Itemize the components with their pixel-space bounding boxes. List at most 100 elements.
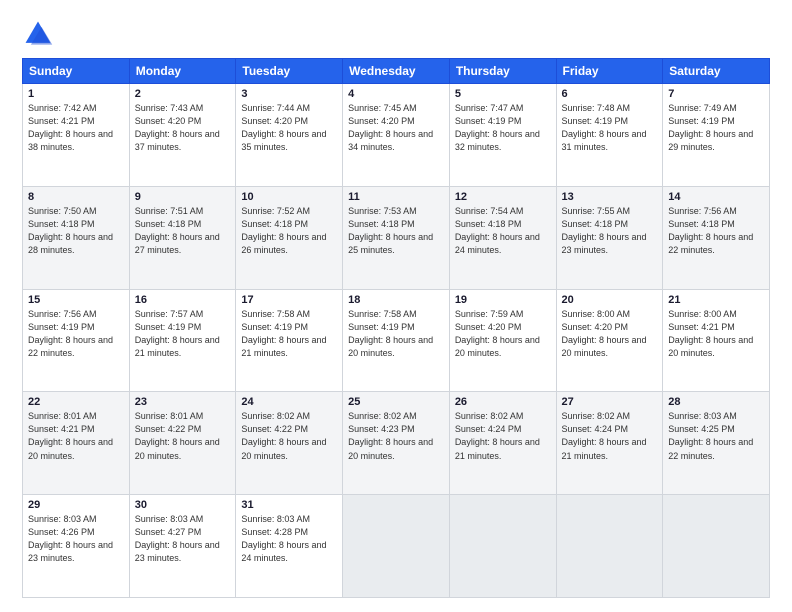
calendar-week-4: 22 Sunrise: 8:01 AMSunset: 4:21 PMDayligh… <box>23 392 770 495</box>
day-detail: Sunrise: 8:03 AMSunset: 4:27 PMDaylight:… <box>135 513 231 565</box>
day-detail: Sunrise: 7:48 AMSunset: 4:19 PMDaylight:… <box>562 102 658 154</box>
day-detail: Sunrise: 7:57 AMSunset: 4:19 PMDaylight:… <box>135 308 231 360</box>
calendar-cell: 30 Sunrise: 8:03 AMSunset: 4:27 PMDayligh… <box>129 495 236 598</box>
calendar-cell <box>663 495 770 598</box>
day-number: 7 <box>668 88 764 100</box>
day-detail: Sunrise: 7:44 AMSunset: 4:20 PMDaylight:… <box>241 102 337 154</box>
day-number: 29 <box>28 499 124 511</box>
calendar-cell: 23 Sunrise: 8:01 AMSunset: 4:22 PMDayligh… <box>129 392 236 495</box>
calendar-cell <box>556 495 663 598</box>
day-number: 6 <box>562 88 658 100</box>
day-detail: Sunrise: 7:58 AMSunset: 4:19 PMDaylight:… <box>348 308 444 360</box>
day-number: 12 <box>455 191 551 203</box>
day-detail: Sunrise: 8:02 AMSunset: 4:23 PMDaylight:… <box>348 410 444 462</box>
logo <box>22 18 58 50</box>
calendar-cell: 8 Sunrise: 7:50 AMSunset: 4:18 PMDaylight… <box>23 186 130 289</box>
day-number: 5 <box>455 88 551 100</box>
weekday-header-sunday: Sunday <box>23 59 130 84</box>
day-number: 10 <box>241 191 337 203</box>
day-detail: Sunrise: 7:56 AMSunset: 4:19 PMDaylight:… <box>28 308 124 360</box>
calendar-cell: 5Sunrise: 7:47 AMSunset: 4:19 PMDaylight… <box>449 84 556 187</box>
day-detail: Sunrise: 8:01 AMSunset: 4:22 PMDaylight:… <box>135 410 231 462</box>
calendar-cell: 21Sunrise: 8:00 AMSunset: 4:21 PMDayligh… <box>663 289 770 392</box>
calendar-week-3: 15 Sunrise: 7:56 AMSunset: 4:19 PMDayligh… <box>23 289 770 392</box>
calendar-cell: 22 Sunrise: 8:01 AMSunset: 4:21 PMDayligh… <box>23 392 130 495</box>
calendar-cell: 27Sunrise: 8:02 AMSunset: 4:24 PMDayligh… <box>556 392 663 495</box>
day-detail: Sunrise: 8:01 AMSunset: 4:21 PMDaylight:… <box>28 410 124 462</box>
day-detail: Sunrise: 8:00 AMSunset: 4:21 PMDaylight:… <box>668 308 764 360</box>
day-number: 13 <box>562 191 658 203</box>
weekday-header-wednesday: Wednesday <box>343 59 450 84</box>
calendar-cell: 1 Sunrise: 7:42 AMSunset: 4:21 PMDaylight… <box>23 84 130 187</box>
calendar-week-1: 1 Sunrise: 7:42 AMSunset: 4:21 PMDaylight… <box>23 84 770 187</box>
day-number: 20 <box>562 294 658 306</box>
day-detail: Sunrise: 7:43 AMSunset: 4:20 PMDaylight:… <box>135 102 231 154</box>
day-detail: Sunrise: 8:02 AMSunset: 4:22 PMDaylight:… <box>241 410 337 462</box>
day-number: 23 <box>135 396 231 408</box>
calendar-cell: 24 Sunrise: 8:02 AMSunset: 4:22 PMDayligh… <box>236 392 343 495</box>
calendar-cell <box>343 495 450 598</box>
day-number: 4 <box>348 88 444 100</box>
day-number: 16 <box>135 294 231 306</box>
day-number: 30 <box>135 499 231 511</box>
calendar-cell: 31Sunrise: 8:03 AMSunset: 4:28 PMDayligh… <box>236 495 343 598</box>
calendar-cell: 29Sunrise: 8:03 AMSunset: 4:26 PMDayligh… <box>23 495 130 598</box>
day-detail: Sunrise: 8:03 AMSunset: 4:28 PMDaylight:… <box>241 513 337 565</box>
day-detail: Sunrise: 7:49 AMSunset: 4:19 PMDaylight:… <box>668 102 764 154</box>
day-number: 26 <box>455 396 551 408</box>
day-number: 2 <box>135 88 231 100</box>
logo-icon <box>22 18 54 50</box>
day-number: 27 <box>562 396 658 408</box>
header <box>22 18 770 50</box>
calendar-cell: 2 Sunrise: 7:43 AMSunset: 4:20 PMDaylight… <box>129 84 236 187</box>
calendar-cell: 16 Sunrise: 7:57 AMSunset: 4:19 PMDayligh… <box>129 289 236 392</box>
day-detail: Sunrise: 8:00 AMSunset: 4:20 PMDaylight:… <box>562 308 658 360</box>
day-number: 17 <box>241 294 337 306</box>
weekday-header-row: SundayMondayTuesdayWednesdayThursdayFrid… <box>23 59 770 84</box>
day-number: 24 <box>241 396 337 408</box>
calendar-table: SundayMondayTuesdayWednesdayThursdayFrid… <box>22 58 770 598</box>
day-number: 3 <box>241 88 337 100</box>
calendar-cell: 19 Sunrise: 7:59 AMSunset: 4:20 PMDayligh… <box>449 289 556 392</box>
day-number: 22 <box>28 396 124 408</box>
day-detail: Sunrise: 8:02 AMSunset: 4:24 PMDaylight:… <box>455 410 551 462</box>
calendar-week-2: 8 Sunrise: 7:50 AMSunset: 4:18 PMDaylight… <box>23 186 770 289</box>
day-number: 28 <box>668 396 764 408</box>
day-detail: Sunrise: 7:59 AMSunset: 4:20 PMDaylight:… <box>455 308 551 360</box>
day-detail: Sunrise: 7:42 AMSunset: 4:21 PMDaylight:… <box>28 102 124 154</box>
day-detail: Sunrise: 7:54 AMSunset: 4:18 PMDaylight:… <box>455 205 551 257</box>
day-detail: Sunrise: 7:52 AMSunset: 4:18 PMDaylight:… <box>241 205 337 257</box>
day-number: 18 <box>348 294 444 306</box>
calendar-cell: 11 Sunrise: 7:53 AMSunset: 4:18 PMDayligh… <box>343 186 450 289</box>
day-detail: Sunrise: 7:56 AMSunset: 4:18 PMDaylight:… <box>668 205 764 257</box>
day-detail: Sunrise: 7:58 AMSunset: 4:19 PMDaylight:… <box>241 308 337 360</box>
day-detail: Sunrise: 7:51 AMSunset: 4:18 PMDaylight:… <box>135 205 231 257</box>
day-detail: Sunrise: 7:53 AMSunset: 4:18 PMDaylight:… <box>348 205 444 257</box>
calendar-cell: 17 Sunrise: 7:58 AMSunset: 4:19 PMDayligh… <box>236 289 343 392</box>
calendar-cell: 3 Sunrise: 7:44 AMSunset: 4:20 PMDaylight… <box>236 84 343 187</box>
calendar-cell: 6 Sunrise: 7:48 AMSunset: 4:19 PMDaylight… <box>556 84 663 187</box>
calendar-cell: 28 Sunrise: 8:03 AMSunset: 4:25 PMDayligh… <box>663 392 770 495</box>
calendar-cell: 26 Sunrise: 8:02 AMSunset: 4:24 PMDayligh… <box>449 392 556 495</box>
day-detail: Sunrise: 7:55 AMSunset: 4:18 PMDaylight:… <box>562 205 658 257</box>
day-number: 15 <box>28 294 124 306</box>
calendar-cell: 12 Sunrise: 7:54 AMSunset: 4:18 PMDayligh… <box>449 186 556 289</box>
calendar-cell: 10 Sunrise: 7:52 AMSunset: 4:18 PMDayligh… <box>236 186 343 289</box>
day-number: 14 <box>668 191 764 203</box>
calendar-cell: 13 Sunrise: 7:55 AMSunset: 4:18 PMDayligh… <box>556 186 663 289</box>
weekday-header-tuesday: Tuesday <box>236 59 343 84</box>
day-detail: Sunrise: 7:45 AMSunset: 4:20 PMDaylight:… <box>348 102 444 154</box>
day-number: 19 <box>455 294 551 306</box>
day-number: 8 <box>28 191 124 203</box>
day-number: 11 <box>348 191 444 203</box>
calendar-cell <box>449 495 556 598</box>
day-detail: Sunrise: 8:03 AMSunset: 4:25 PMDaylight:… <box>668 410 764 462</box>
weekday-header-monday: Monday <box>129 59 236 84</box>
day-detail: Sunrise: 7:50 AMSunset: 4:18 PMDaylight:… <box>28 205 124 257</box>
day-number: 25 <box>348 396 444 408</box>
calendar-cell: 15 Sunrise: 7:56 AMSunset: 4:19 PMDayligh… <box>23 289 130 392</box>
weekday-header-thursday: Thursday <box>449 59 556 84</box>
calendar-week-5: 29Sunrise: 8:03 AMSunset: 4:26 PMDayligh… <box>23 495 770 598</box>
calendar-cell: 20 Sunrise: 8:00 AMSunset: 4:20 PMDayligh… <box>556 289 663 392</box>
day-number: 1 <box>28 88 124 100</box>
